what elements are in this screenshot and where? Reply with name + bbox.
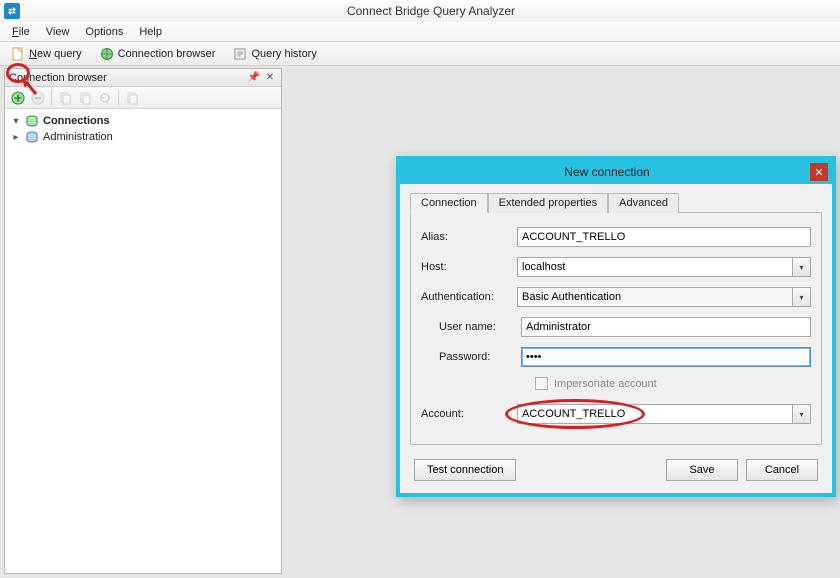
save-button[interactable]: Save xyxy=(666,459,738,481)
title-bar: ⇄ Connect Bridge Query Analyzer xyxy=(0,0,840,22)
account-label: Account: xyxy=(421,408,517,420)
close-panel-icon[interactable]: ✕ xyxy=(263,71,277,85)
account-combo[interactable]: ▾ xyxy=(517,404,811,424)
row-username: User name: xyxy=(421,317,811,337)
row-account: Account: ▾ xyxy=(421,404,811,424)
tab-advanced[interactable]: Advanced xyxy=(608,193,679,213)
host-label: Host: xyxy=(421,261,517,273)
copy-button-1[interactable] xyxy=(56,89,74,107)
expand-icon[interactable]: ▸ xyxy=(11,132,21,143)
main-area: Connection browser 📌 ✕ xyxy=(0,66,840,578)
panel-header: Connection browser 📌 ✕ xyxy=(5,69,281,87)
tree-label: Connections xyxy=(43,115,110,127)
refresh-button[interactable] xyxy=(96,89,114,107)
menu-bar: File View Options Help xyxy=(0,22,840,42)
tab-extended-properties[interactable]: Extended properties xyxy=(488,193,608,213)
connection-tree[interactable]: ▾ Connections ▸ Administration xyxy=(5,109,281,573)
app-icon: ⇄ xyxy=(4,3,20,19)
alias-input[interactable] xyxy=(517,227,811,247)
username-label: User name: xyxy=(421,321,521,333)
database-green-icon xyxy=(25,114,39,128)
workspace: New connection ✕ Connection Extended pro… xyxy=(286,66,840,578)
dialog-tabs: Connection Extended properties Advanced xyxy=(410,192,822,213)
tree-item-connections[interactable]: ▾ Connections xyxy=(11,113,275,129)
auth-select[interactable] xyxy=(517,287,793,307)
auth-label: Authentication: xyxy=(421,291,517,303)
connection-form: Alias: Host: ▾ Authentication: xyxy=(410,213,822,445)
account-select[interactable] xyxy=(517,404,793,424)
toolbar-query-history[interactable]: Query history xyxy=(226,44,323,64)
row-alias: Alias: xyxy=(421,227,811,247)
menu-file[interactable]: File xyxy=(4,24,38,40)
host-combo[interactable]: ▾ xyxy=(517,257,811,277)
connection-browser-panel: Connection browser 📌 ✕ xyxy=(4,68,282,574)
remove-connection-button[interactable] xyxy=(29,89,47,107)
impersonate-label: Impersonate account xyxy=(554,378,657,390)
chevron-down-icon[interactable]: ▾ xyxy=(793,404,811,424)
auth-combo[interactable]: ▾ xyxy=(517,287,811,307)
separator xyxy=(51,90,52,106)
dialog-body: Connection Extended properties Advanced … xyxy=(400,184,832,493)
app-title: Connect Bridge Query Analyzer xyxy=(26,4,836,18)
dialog-titlebar[interactable]: New connection ✕ xyxy=(400,160,832,184)
panel-toolbar xyxy=(5,87,281,109)
tab-connection[interactable]: Connection xyxy=(410,193,488,213)
dialog-close-button[interactable]: ✕ xyxy=(810,163,828,181)
tree-label: Administration xyxy=(43,131,113,143)
add-connection-button[interactable] xyxy=(9,89,27,107)
toolbar-connection-browser[interactable]: Connection browser xyxy=(93,44,223,64)
toolbar-query-history-label: Query history xyxy=(251,48,316,60)
expand-icon[interactable]: ▾ xyxy=(11,116,21,127)
toolbar: New query Connection browser Query histo… xyxy=(0,42,840,66)
chevron-down-icon[interactable]: ▾ xyxy=(793,257,811,277)
cancel-button[interactable]: Cancel xyxy=(746,459,818,481)
separator xyxy=(118,90,119,106)
menu-view[interactable]: View xyxy=(38,24,78,40)
test-connection-button[interactable]: Test connection xyxy=(414,459,516,481)
impersonate-checkbox[interactable] xyxy=(535,377,548,390)
panel-title: Connection browser xyxy=(9,72,245,84)
menu-help[interactable]: Help xyxy=(131,24,170,40)
copy-button-3[interactable] xyxy=(123,89,141,107)
password-label: Password: xyxy=(421,351,521,363)
globe-icon xyxy=(100,47,114,61)
username-input[interactable] xyxy=(521,317,811,337)
chevron-down-icon[interactable]: ▾ xyxy=(793,287,811,307)
toolbar-connection-browser-label: Connection browser xyxy=(118,48,216,60)
row-auth: Authentication: ▾ xyxy=(421,287,811,307)
row-host: Host: ▾ xyxy=(421,257,811,277)
menu-options[interactable]: Options xyxy=(77,24,131,40)
toolbar-new-query-label: New query xyxy=(29,48,82,60)
database-blue-icon xyxy=(25,130,39,144)
new-connection-dialog: New connection ✕ Connection Extended pro… xyxy=(396,156,836,497)
document-icon xyxy=(11,47,25,61)
alias-label: Alias: xyxy=(421,231,517,243)
tree-item-administration[interactable]: ▸ Administration xyxy=(11,129,275,145)
pin-icon[interactable]: 📌 xyxy=(247,71,261,85)
toolbar-new-query[interactable]: New query xyxy=(4,44,89,64)
history-icon xyxy=(233,47,247,61)
row-password: Password: xyxy=(421,347,811,367)
dialog-title: New connection xyxy=(404,165,810,179)
dialog-buttons: Test connection Save Cancel xyxy=(410,445,822,483)
host-input[interactable] xyxy=(517,257,793,277)
password-input[interactable] xyxy=(521,347,811,367)
row-impersonate: Impersonate account xyxy=(421,377,811,390)
copy-button-2[interactable] xyxy=(76,89,94,107)
